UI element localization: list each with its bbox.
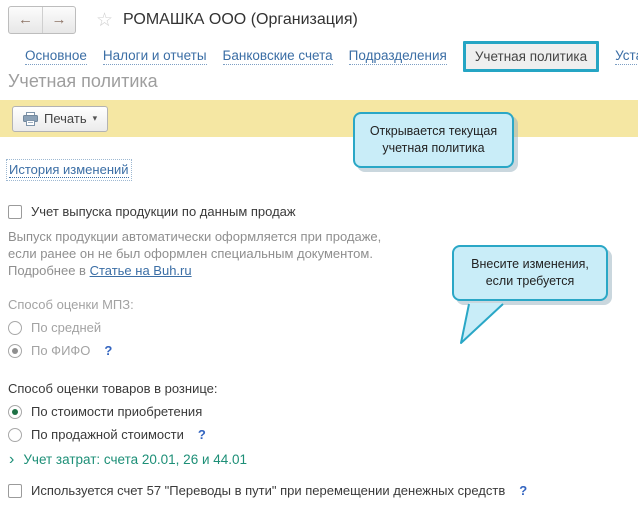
tab-ustavnyi-kapital[interactable]: Уставный капитал — [615, 48, 638, 65]
mpz-group-label: Способ оценки МПЗ: — [8, 297, 134, 312]
print-button-label: Печать — [44, 111, 87, 126]
account57-help-link[interactable]: ? — [519, 483, 527, 498]
forward-button[interactable]: → — [42, 7, 75, 33]
description-line: Выпуск продукции автоматически оформляет… — [8, 229, 382, 244]
description-line: если ранее он не был оформлен специальны… — [8, 246, 373, 261]
radio-selected-icon — [8, 343, 22, 358]
forward-arrow-icon: → — [51, 11, 67, 28]
command-toolbar: Печать ▾ — [0, 100, 638, 137]
radio-label: По ФИФО — [31, 343, 91, 358]
radio-po-prodazhnoy-stoimosti[interactable]: По продажной стоимости ? — [8, 427, 217, 442]
production-description: Выпуск продукции автоматически оформляет… — [8, 228, 381, 279]
callout-tail — [460, 303, 504, 344]
production-checkbox[interactable] — [8, 204, 22, 219]
buh-article-link[interactable]: Статье на Buh.ru — [90, 263, 192, 278]
retail-group-label: Способ оценки товаров в рознице: — [8, 381, 218, 396]
history-changes-link[interactable]: История изменений — [6, 159, 132, 181]
account57-checkbox-row[interactable]: Используется счет 57 "Переводы в пути" п… — [8, 483, 527, 498]
description-line-prefix: Подробнее в — [8, 263, 90, 278]
page-title: Учетная политика — [8, 71, 158, 91]
dropdown-caret-icon: ▾ — [92, 113, 98, 123]
callout-text: Открывается текущая — [369, 124, 498, 138]
production-checkbox-row[interactable]: Учет выпуска продукции по данным продаж — [8, 204, 296, 219]
account57-checkbox[interactable] — [8, 483, 22, 498]
radio-circle-icon — [8, 427, 22, 442]
radio-label: По стоимости приобретения — [31, 404, 203, 419]
tab-bar: Основное Налоги и отчеты Банковские счет… — [0, 40, 638, 72]
callout-text: учетная политика — [382, 141, 485, 155]
window-title: РОМАШКА ООО (Организация) — [123, 11, 358, 28]
callout-text: если требуется — [485, 274, 575, 288]
tab-nalogi-i-otchety[interactable]: Налоги и отчеты — [102, 48, 207, 65]
organization-form: ← → ☆ РОМАШКА ООО (Организация) Основное… — [0, 0, 638, 515]
chevron-right-icon: › — [9, 450, 15, 468]
costs-accounts-expander[interactable]: › Учет затрат: счета 20.01, 26 и 44.01 — [9, 450, 248, 468]
callout-make-changes: Внесите изменения, если требуется — [452, 245, 608, 301]
radio-circle-icon — [8, 320, 22, 335]
callout-current-policy: Открывается текущая учетная политика — [353, 112, 514, 168]
account57-checkbox-label: Используется счет 57 "Переводы в пути" п… — [31, 483, 506, 498]
tab-uchetnaya-politika[interactable]: Учетная политика — [462, 40, 600, 72]
radio-label: По продажной стоимости — [31, 427, 184, 442]
window-header: ← → ☆ РОМАШКА ООО (Организация) — [8, 6, 358, 34]
print-button[interactable]: Печать ▾ — [12, 105, 109, 132]
production-checkbox-label: Учет выпуска продукции по данным продаж — [31, 204, 296, 219]
costs-expander-label: Учет затрат: счета 20.01, 26 и 44.01 — [23, 452, 248, 467]
radio-po-fifo[interactable]: По ФИФО ? — [8, 343, 134, 358]
favorite-star-icon[interactable]: ☆ — [96, 9, 113, 32]
radio-po-stoimosti-priobreteniya[interactable]: По стоимости приобретения — [8, 404, 217, 419]
callout-text: Внесите изменения, — [471, 257, 589, 271]
mpz-valuation-group: Способ оценки МПЗ: По средней По ФИФО ? — [8, 297, 134, 358]
tab-podrazdeleniya[interactable]: Подразделения — [348, 48, 447, 65]
radio-label: По средней — [31, 320, 102, 335]
fifo-help-link[interactable]: ? — [104, 343, 112, 358]
retail-valuation-group: Способ оценки товаров в рознице: По стои… — [8, 381, 217, 442]
tab-osnovnoe[interactable]: Основное — [25, 48, 87, 65]
printer-icon — [23, 111, 38, 126]
radio-selected-icon — [8, 404, 22, 419]
retail-help-link[interactable]: ? — [198, 427, 206, 442]
tab-bankovskie-scheta[interactable]: Банковские счета — [222, 48, 333, 65]
nav-button-group: ← → — [8, 6, 76, 34]
radio-po-sredney[interactable]: По средней — [8, 320, 134, 335]
back-arrow-icon: ← — [18, 11, 33, 28]
back-button[interactable]: ← — [9, 7, 42, 33]
